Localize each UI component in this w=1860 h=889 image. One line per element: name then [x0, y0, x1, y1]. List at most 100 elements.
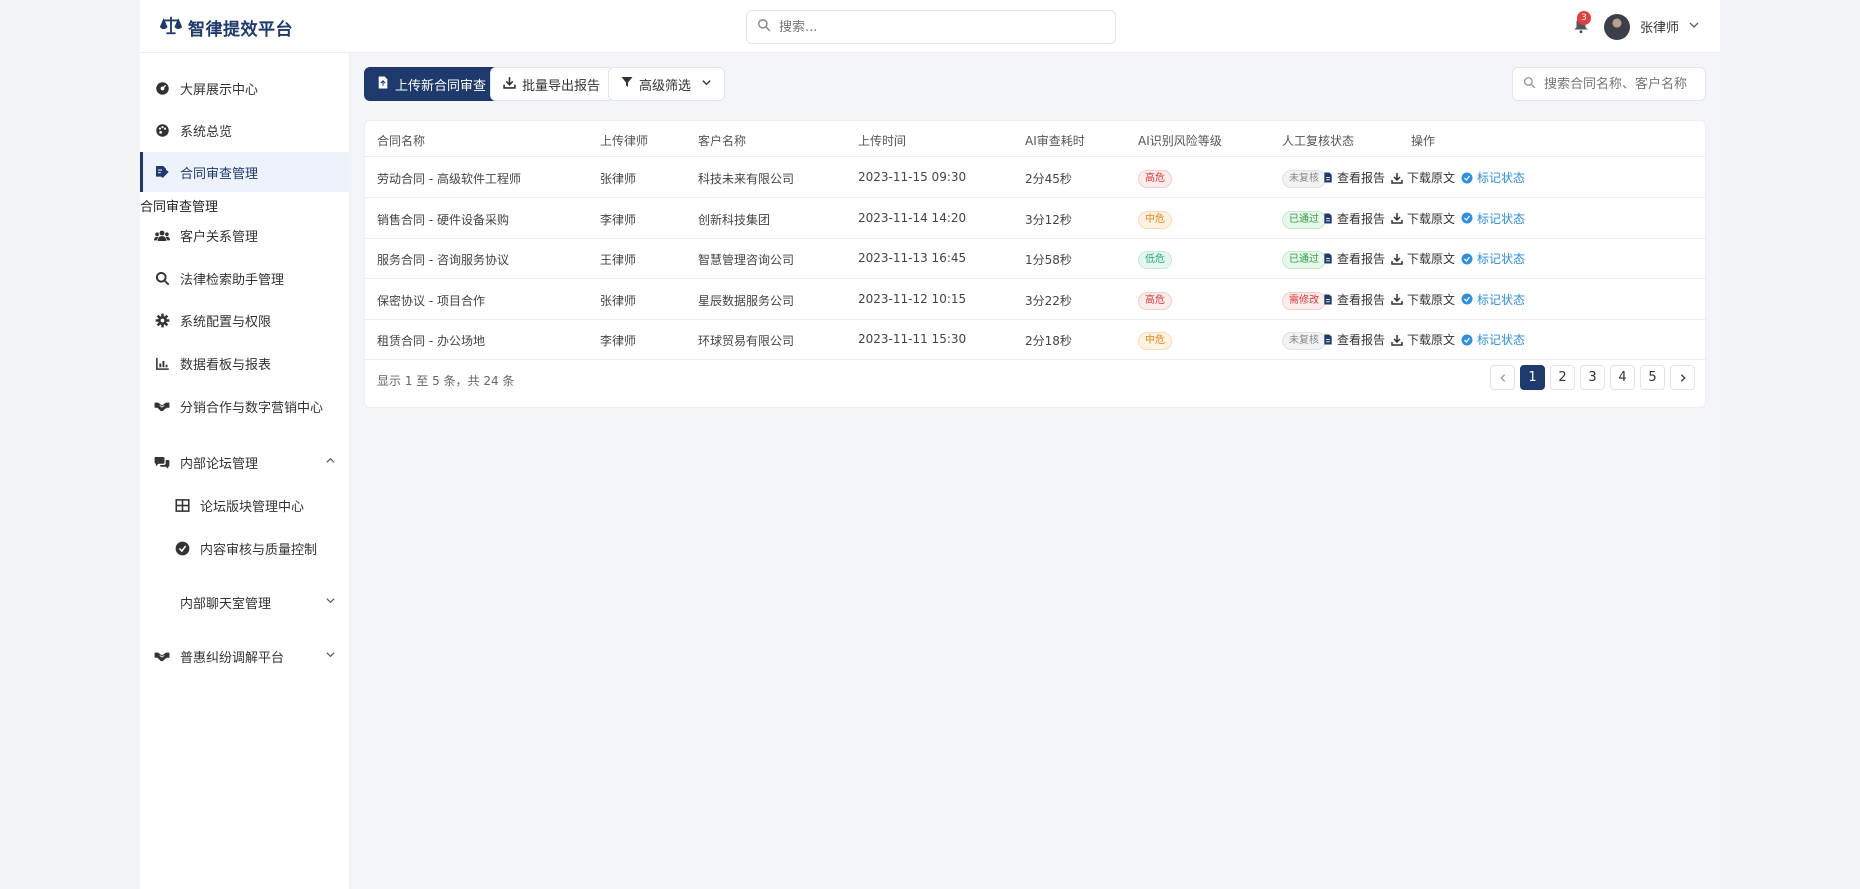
check-circle-icon — [1461, 334, 1473, 345]
download-original-label: 下载原文 — [1407, 252, 1456, 266]
sidebar-item-label: 大屏展示中心 — [180, 82, 259, 98]
contract-name: 销售合同 - 硬件设备采购 — [377, 212, 509, 227]
table-header: 合同名称 上传律师 客户名称 上传时间 AI审查耗时 AI识别风险等级 人工复核… — [365, 121, 1707, 157]
upload-time: 2023-11-13 16:45 — [858, 251, 967, 265]
row-actions: 查看报告 下载原文 标记状态 — [1323, 210, 1525, 227]
mark-status-link[interactable]: 标记状态 — [1461, 331, 1525, 348]
handshake-icon — [154, 648, 170, 664]
brand-logo[interactable]: 智律提效平台 — [159, 14, 293, 40]
download-original-label: 下载原文 — [1407, 211, 1456, 226]
view-report-link[interactable]: 查看报告 — [1323, 331, 1385, 348]
column-header: AI审查耗时 — [1025, 134, 1085, 148]
chevron-down-icon[interactable] — [325, 595, 336, 610]
file-upload-icon — [377, 76, 389, 93]
sidebar-item-content-moderation[interactable]: 内容审核与质量控制 — [140, 528, 350, 568]
download-original-label: 下载原文 — [1407, 292, 1456, 307]
chevron-right-icon — [1680, 373, 1686, 382]
sidebar-item-forum-sections[interactable]: 论坛版块管理中心 — [140, 485, 350, 525]
sidebar-item-label: 内容审核与质量控制 — [200, 542, 318, 558]
next-page-button[interactable] — [1670, 365, 1695, 390]
review-status-badge: 已通过 — [1282, 251, 1326, 269]
download-original-link[interactable]: 下载原文 — [1391, 210, 1455, 227]
column-header: 客户名称 — [698, 134, 747, 148]
sidebar-item-big-screen[interactable]: 大屏展示中心 — [140, 68, 350, 108]
column-header: AI识别风险等级 — [1138, 134, 1222, 148]
view-report-label: 查看报告 — [1337, 252, 1386, 266]
file-icon — [1324, 334, 1332, 345]
mark-status-link[interactable]: 标记状态 — [1461, 169, 1525, 186]
column-header: 操作 — [1411, 134, 1436, 148]
download-icon — [503, 76, 516, 93]
mark-status-label: 标记状态 — [1477, 171, 1526, 185]
table-search[interactable] — [1512, 67, 1706, 101]
view-report-link[interactable]: 查看报告 — [1323, 210, 1385, 227]
sidebar-item-forum[interactable]: 内部论坛管理 — [140, 442, 350, 482]
page-button[interactable]: 4 — [1610, 365, 1635, 390]
download-original-link[interactable]: 下载原文 — [1391, 331, 1455, 348]
lawyer-name: 张律师 — [600, 172, 637, 186]
table-search-input[interactable] — [1544, 76, 1704, 92]
check-circle-icon — [174, 540, 190, 556]
mark-status-label: 标记状态 — [1477, 211, 1526, 226]
sidebar-item-distribution[interactable]: 分销合作与数字营销中心 — [140, 386, 350, 426]
page-button[interactable]: 1 — [1520, 365, 1545, 390]
app-window: 智律提效平台 3 张律师 大屏展示中心 系统总览 合同审查管理 — [140, 0, 1720, 889]
mark-status-link[interactable]: 标记状态 — [1461, 210, 1525, 227]
table-row: 服务合同 - 咨询服务协议 王律师 智慧管理咨询公司 2023-11-13 16:45… — [365, 239, 1707, 279]
contract-name: 服务合同 - 咨询服务协议 — [377, 253, 509, 267]
download-original-link[interactable]: 下载原文 — [1391, 169, 1455, 186]
advanced-filter-button[interactable]: 高级筛选 — [608, 67, 726, 101]
chevron-down-icon[interactable] — [325, 649, 336, 664]
review-duration: 3分22秒 — [1025, 293, 1072, 308]
page-button[interactable]: 5 — [1640, 365, 1665, 390]
sidebar-item-mediation[interactable]: 普惠纠纷调解平台 — [140, 636, 350, 676]
sidebar-item-label: 分销合作与数字营销中心 — [180, 400, 324, 416]
user-name[interactable]: 张律师 — [1640, 17, 1679, 36]
review-duration: 2分18秒 — [1025, 334, 1072, 348]
row-actions: 查看报告 下载原文 标记状态 — [1323, 250, 1525, 267]
upload-contract-button[interactable]: 上传新合同审查 — [364, 67, 500, 101]
mark-status-link[interactable]: 标记状态 — [1461, 291, 1525, 308]
sidebar-item-crm[interactable]: 客户关系管理 — [140, 215, 350, 255]
file-icon — [1324, 293, 1332, 305]
sidebar-item-contract-review[interactable]: 合同审查管理 — [140, 152, 350, 192]
table-row: 销售合同 - 硬件设备采购 李律师 创新科技集团 2023-11-14 14:20 3分… — [365, 199, 1707, 239]
mark-status-link[interactable]: 标记状态 — [1461, 250, 1525, 267]
sidebar-item-overview[interactable]: 系统总览 — [140, 110, 350, 150]
sidebar-item-legal-search[interactable]: 法律检索助手管理 — [140, 258, 350, 298]
sidebar-item-dashboard-reports[interactable]: 数据看板与报表 — [140, 343, 350, 383]
column-header: 人工复核状态 — [1282, 134, 1355, 148]
contract-table-card: 合同名称 上传律师 客户名称 上传时间 AI审查耗时 AI识别风险等级 人工复核… — [364, 120, 1707, 408]
contract-name: 劳动合同 - 高级软件工程师 — [377, 172, 521, 186]
sidebar-item-settings[interactable]: 系统配置与权限 — [140, 300, 350, 340]
client-name: 创新科技集团 — [698, 212, 771, 227]
client-name: 智慧管理咨询公司 — [698, 253, 795, 267]
global-search-input[interactable] — [779, 19, 1099, 35]
view-report-link[interactable]: 查看报告 — [1323, 169, 1385, 186]
lawyer-name: 李律师 — [600, 334, 637, 348]
avatar[interactable] — [1604, 14, 1630, 40]
main-content: 上传新合同审查 批量导出报告 高级筛选 合同名称 上传律师 客户名称 上传时间 … — [364, 53, 1707, 889]
page-button[interactable]: 3 — [1580, 365, 1605, 390]
check-circle-icon — [1461, 172, 1473, 183]
risk-badge: 低危 — [1138, 251, 1172, 269]
page-button[interactable]: 2 — [1550, 365, 1575, 390]
advanced-filter-label: 高级筛选 — [639, 78, 692, 94]
contract-name: 租赁合同 - 办公场地 — [377, 334, 485, 348]
view-report-link[interactable]: 查看报告 — [1323, 291, 1385, 308]
prev-page-button[interactable] — [1490, 365, 1515, 390]
sidebar-item-chatroom[interactable]: 内部聊天室管理 — [140, 582, 350, 622]
download-original-link[interactable]: 下载原文 — [1391, 250, 1455, 267]
chevron-up-icon[interactable] — [325, 455, 336, 470]
client-name: 星辰数据服务公司 — [698, 293, 795, 308]
download-original-link[interactable]: 下载原文 — [1391, 291, 1455, 308]
lawyer-name: 张律师 — [600, 293, 637, 308]
download-icon — [1391, 294, 1403, 305]
view-report-link[interactable]: 查看报告 — [1323, 250, 1385, 267]
chevron-down-icon[interactable] — [1688, 19, 1700, 35]
palette-icon — [154, 122, 170, 138]
review-duration: 2分45秒 — [1025, 172, 1072, 186]
batch-export-button[interactable]: 批量导出报告 — [490, 67, 614, 101]
global-search[interactable] — [746, 10, 1116, 44]
upload-time: 2023-11-14 14:20 — [858, 210, 967, 225]
